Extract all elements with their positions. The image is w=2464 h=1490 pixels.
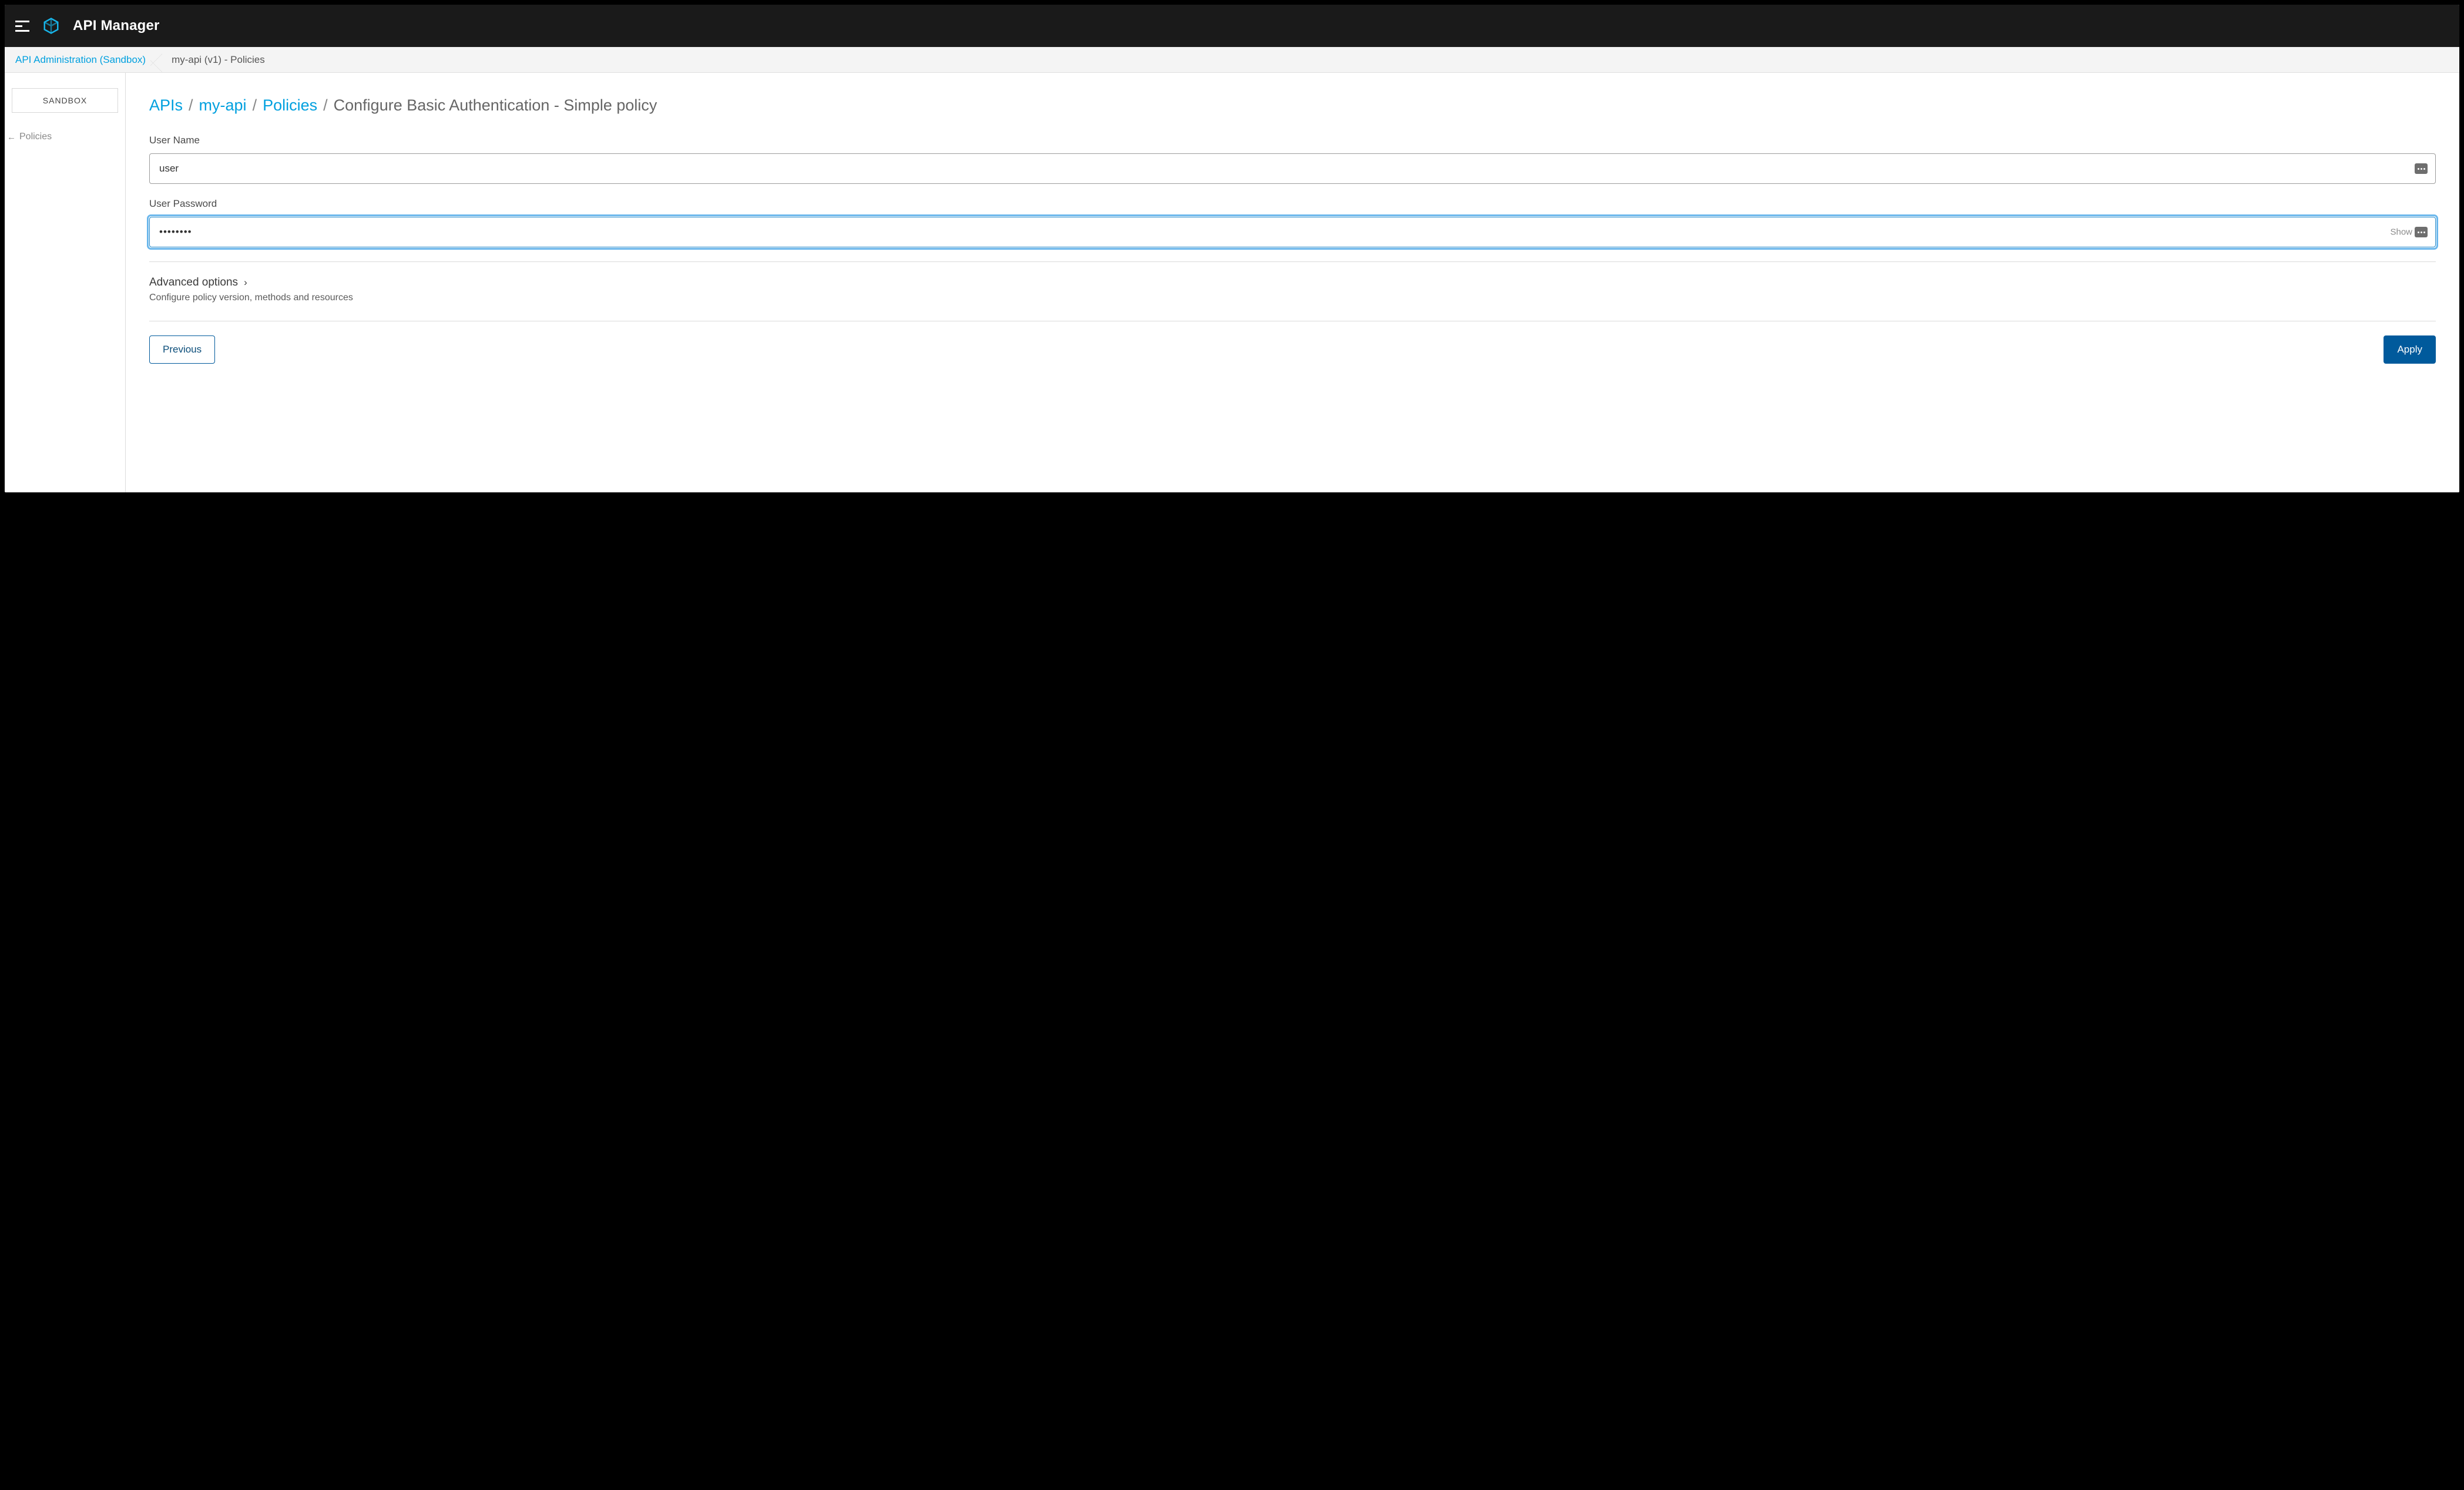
chevron-right-icon: ›	[244, 277, 247, 288]
menu-icon[interactable]	[15, 21, 29, 32]
app-window: API Manager API Administration (Sandbox)…	[5, 5, 2459, 492]
username-input-wrap	[149, 153, 2436, 184]
environment-label: SANDBOX	[43, 96, 87, 105]
field-password: User Password Show	[149, 198, 2436, 247]
app-title: API Manager	[73, 18, 160, 34]
show-password-button[interactable]: Show	[2390, 227, 2412, 237]
crumb-apis[interactable]: APIs	[149, 96, 183, 115]
advanced-options-toggle[interactable]: Advanced options ›	[149, 276, 2436, 289]
crumb-sep: /	[189, 96, 193, 115]
previous-button[interactable]: Previous	[149, 335, 215, 364]
breadcrumb-strip: API Administration (Sandbox) my-api (v1)…	[5, 47, 2459, 73]
environment-badge[interactable]: SANDBOX	[12, 88, 118, 113]
sidebar-back-label: Policies	[19, 132, 52, 142]
advanced-options-subtitle: Configure policy version, methods and re…	[149, 293, 2436, 303]
crumb-sep: /	[323, 96, 328, 115]
arrow-left-icon: ←	[7, 132, 16, 142]
divider	[149, 261, 2436, 262]
credentials-icon[interactable]	[2415, 227, 2428, 237]
crumb-my-api[interactable]: my-api	[199, 96, 247, 115]
username-input[interactable]	[149, 153, 2436, 184]
field-username: User Name	[149, 135, 2436, 184]
password-input[interactable]	[149, 217, 2436, 247]
crumb-current: Configure Basic Authentication - Simple …	[334, 96, 657, 115]
topbar: API Manager	[5, 5, 2459, 47]
main-content: APIs / my-api / Policies / Configure Bas…	[126, 73, 2459, 492]
advanced-options-title: Advanced options	[149, 276, 238, 289]
product-logo-icon	[42, 17, 60, 35]
crumb-policies[interactable]: Policies	[263, 96, 317, 115]
breadcrumb-current: my-api (v1) - Policies	[156, 47, 276, 72]
sidebar: SANDBOX ← Policies	[5, 73, 126, 492]
apply-button[interactable]: Apply	[2384, 335, 2436, 364]
crumb-sep: /	[253, 96, 257, 115]
page-breadcrumb: APIs / my-api / Policies / Configure Bas…	[149, 96, 2436, 115]
breadcrumb-current-label: my-api (v1) - Policies	[172, 54, 265, 66]
advanced-options-section: Advanced options › Configure policy vers…	[149, 276, 2436, 303]
sidebar-back-policies[interactable]: ← Policies	[5, 128, 125, 146]
password-input-wrap: Show	[149, 217, 2436, 247]
form-actions: Previous Apply	[149, 335, 2436, 364]
username-label: User Name	[149, 135, 2436, 146]
credentials-icon[interactable]	[2415, 163, 2428, 174]
breadcrumb-root-label: API Administration (Sandbox)	[15, 54, 146, 66]
breadcrumb-root[interactable]: API Administration (Sandbox)	[5, 47, 156, 72]
password-label: User Password	[149, 198, 2436, 210]
